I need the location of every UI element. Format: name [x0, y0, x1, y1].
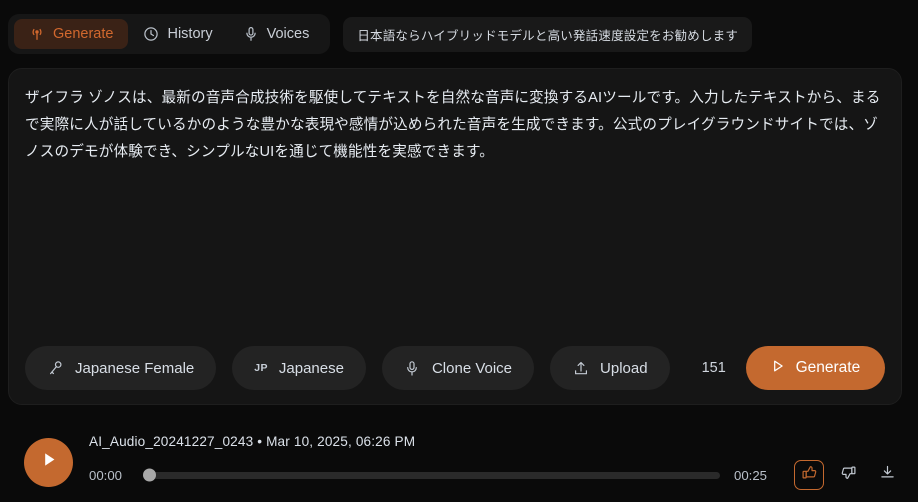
tab-history-label: History: [167, 26, 213, 42]
microphone-icon: [243, 26, 259, 42]
generate-button-label: Generate: [795, 359, 861, 376]
player-controls-row: 00:00 00:25: [89, 460, 902, 490]
clock-icon: [143, 26, 159, 42]
language-selector-label: Japanese: [278, 359, 344, 377]
tab-generate[interactable]: Generate: [14, 19, 129, 49]
progress-slider[interactable]: [143, 468, 720, 482]
player-actions: [794, 460, 902, 490]
stage-microphone-icon: [47, 359, 64, 377]
broadcast-icon: [29, 26, 45, 42]
upload-button[interactable]: Upload: [550, 346, 670, 390]
voice-selector-label: Japanese Female: [75, 359, 195, 377]
play-icon: [40, 450, 58, 474]
clone-voice-button[interactable]: Clone Voice: [381, 346, 535, 390]
language-code-badge: JP: [254, 362, 268, 374]
thumbs-up-icon: [801, 464, 818, 486]
total-time: 00:25: [734, 467, 768, 483]
download-icon: [879, 464, 896, 486]
top-bar: Generate History Voices 日本語ならハイブリッドモデルと高…: [0, 14, 753, 54]
play-button[interactable]: [24, 437, 73, 487]
microphone-icon: [404, 359, 421, 377]
generate-card: ザイフラ ゾノスは、最新の音声合成技術を駆使してテキストを自然な音声に変換するA…: [8, 68, 902, 405]
play-triangle-icon: [771, 359, 785, 378]
upload-icon: [572, 359, 589, 377]
recommendation-notice: 日本語ならハイブリッドモデルと高い発話速度設定をお勧めします: [343, 16, 753, 52]
progress-thumb[interactable]: [143, 468, 156, 482]
text-input-area[interactable]: ザイフラ ゾノスは、最新の音声合成技術を駆使してテキストを自然な音声に変換するA…: [25, 85, 885, 166]
voice-selector-button[interactable]: Japanese Female: [25, 346, 217, 390]
generate-toolbar: Japanese Female JP Japanese Clone Voice: [25, 346, 885, 390]
download-button[interactable]: [872, 460, 902, 490]
tab-voices[interactable]: Voices: [228, 19, 325, 49]
generate-button[interactable]: Generate: [745, 346, 885, 390]
audio-title: AI_Audio_20241227_0243 • Mar 10, 2025, 0…: [89, 434, 416, 449]
tab-group: Generate History Voices: [8, 14, 331, 54]
clone-voice-label: Clone Voice: [431, 359, 513, 377]
current-time: 00:00: [89, 467, 123, 483]
audio-player: AI_Audio_20241227_0243 • Mar 10, 2025, 0…: [24, 434, 902, 490]
player-body: AI_Audio_20241227_0243 • Mar 10, 2025, 0…: [89, 434, 902, 490]
thumbs-down-icon: [840, 464, 857, 486]
upload-label: Upload: [600, 359, 648, 377]
dislike-button[interactable]: [833, 460, 863, 490]
tab-history[interactable]: History: [128, 19, 227, 49]
tab-voices-label: Voices: [266, 26, 310, 42]
language-selector-button[interactable]: JP Japanese: [232, 346, 366, 390]
character-counter: 151: [701, 360, 726, 376]
like-button[interactable]: [794, 460, 824, 490]
tab-generate-label: Generate: [53, 26, 114, 42]
